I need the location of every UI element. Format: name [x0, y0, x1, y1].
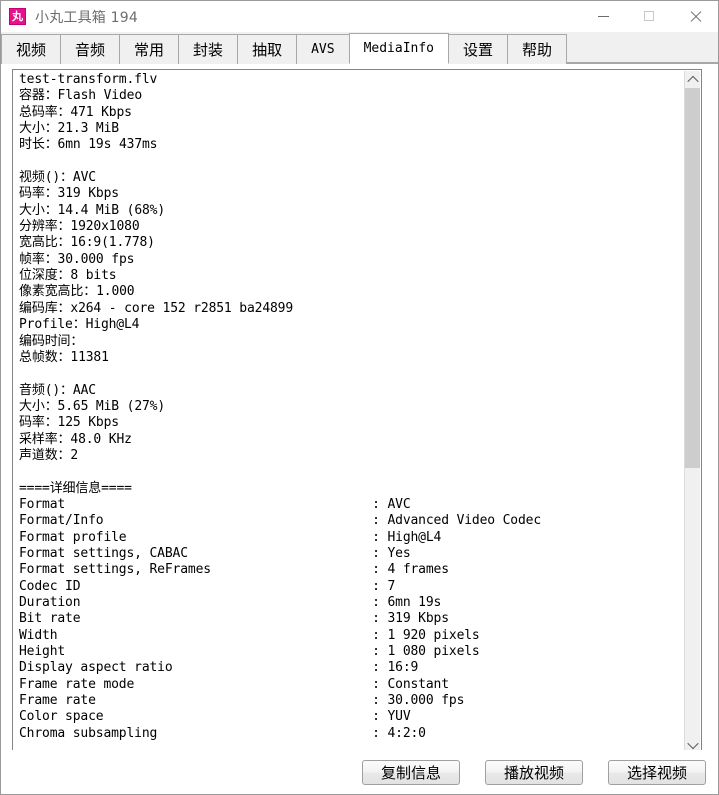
copy-info-button[interactable]: 复制信息	[362, 760, 460, 785]
tab-settings[interactable]: 设置	[448, 34, 509, 64]
select-video-button[interactable]: 选择视频	[608, 760, 706, 785]
mediainfo-text: test-transform.flv 容器：Flash Video 总码率：47…	[19, 72, 542, 741]
scrollbar-thumb[interactable]	[685, 88, 700, 468]
minimize-button[interactable]	[580, 1, 626, 31]
tab-mediainfo[interactable]: MediaInfo	[348, 33, 450, 64]
tab-avs[interactable]: AVS	[296, 34, 350, 64]
chevron-down-icon	[686, 737, 699, 749]
maximize-button[interactable]	[626, 1, 672, 31]
close-icon	[689, 10, 702, 23]
scroll-up-button[interactable]	[685, 71, 700, 88]
mediainfo-textbox[interactable]: test-transform.flv 容器：Flash Video 总码率：47…	[12, 69, 702, 753]
chevron-up-icon	[686, 75, 699, 87]
tab-mux[interactable]: 封装	[178, 34, 239, 64]
app-icon: 丸	[9, 8, 26, 25]
close-button[interactable]	[672, 1, 718, 31]
tab-strip-filler	[566, 32, 718, 63]
window-title: 小丸工具箱 194	[35, 9, 138, 26]
tab-audio[interactable]: 音频	[60, 34, 121, 64]
title-bar: 丸 小丸工具箱 194	[1, 1, 718, 32]
tab-strip: 视频 音频 常用 封装 抽取 AVS MediaInfo 设置 帮助	[1, 32, 718, 64]
tab-help[interactable]: 帮助	[507, 34, 568, 64]
minimize-icon	[597, 15, 609, 17]
app-window: 丸 小丸工具箱 194 视频 音频 常用 封装 抽取 AVS MediaInfo…	[0, 0, 719, 795]
vertical-scrollbar[interactable]	[684, 71, 700, 752]
maximize-icon	[644, 11, 654, 21]
play-video-button[interactable]: 播放视频	[485, 760, 583, 785]
tab-extract[interactable]: 抽取	[237, 34, 298, 64]
mediainfo-panel: test-transform.flv 容器：Flash Video 总码率：47…	[1, 64, 718, 753]
tab-video[interactable]: 视频	[1, 34, 62, 64]
tab-common[interactable]: 常用	[119, 34, 180, 64]
action-button-bar: 复制信息 播放视频 选择视频	[1, 750, 718, 794]
